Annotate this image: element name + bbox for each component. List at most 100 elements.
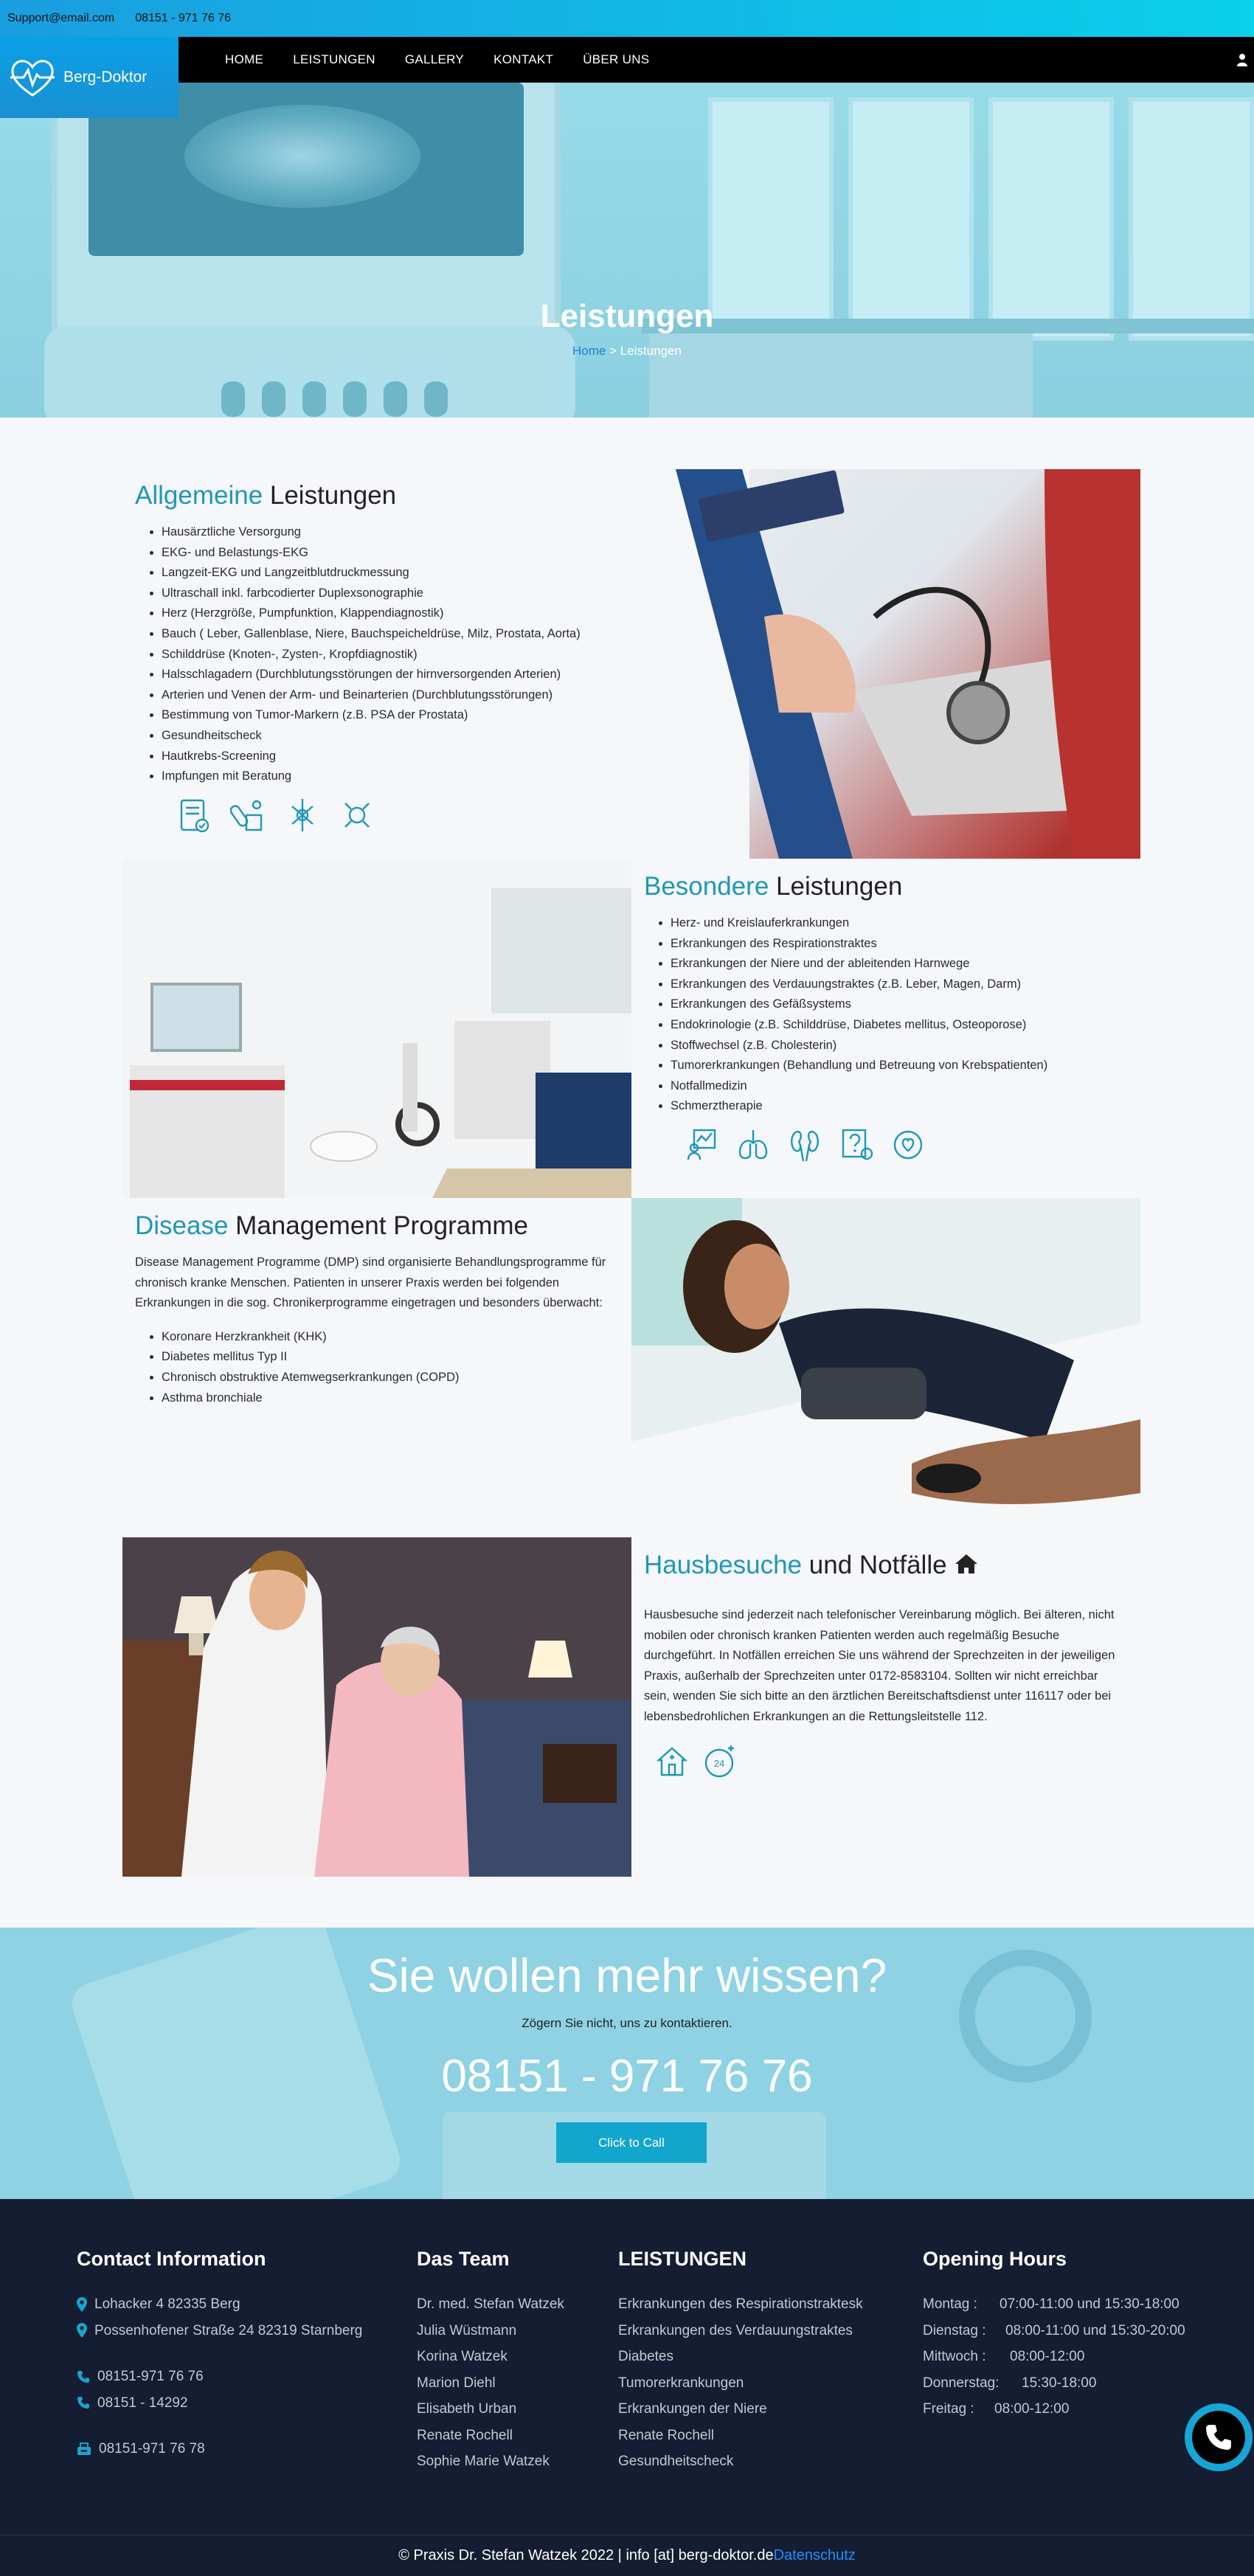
footer-phone[interactable]: 08151 - 14292 xyxy=(77,2390,362,2417)
list-item: Bauch ( Leber, Gallenblase, Niere, Bauch… xyxy=(162,624,622,645)
cta-phone[interactable]: 08151 - 971 76 76 xyxy=(0,2050,1254,2102)
home-icon xyxy=(955,1554,978,1573)
list-item: Chronisch obstruktive Atemwegserkrankung… xyxy=(162,1368,607,1388)
footer-service-link[interactable]: Erkrankungen der Niere xyxy=(618,2396,863,2423)
footer-service-link[interactable]: Erkrankungen des Verdauungstraktes xyxy=(618,2318,863,2344)
hausbesuche-text: Hausbesuche sind jederzeit nach telefoni… xyxy=(644,1608,1115,1723)
disease-intro: Disease Management Programme (DMP) sind … xyxy=(135,1256,606,1310)
disease-heading: Disease Management Programme xyxy=(135,1211,607,1241)
topbar-email[interactable]: Support@email.com xyxy=(7,12,114,25)
phone-text: 08151 - 14292 xyxy=(97,2395,188,2411)
hours-day: Dienstag : xyxy=(923,2322,986,2338)
hours-day: Mittwoch : xyxy=(923,2349,986,2364)
nav-gallery[interactable]: GALLERY xyxy=(405,52,464,67)
footer-contact: Contact Information Lohacker 4 82335 Ber… xyxy=(77,2248,362,2462)
footer-service-link[interactable]: Renate Rochell xyxy=(618,2423,863,2449)
site-footer: Contact Information Lohacker 4 82335 Ber… xyxy=(0,2199,1254,2535)
house-visit-icon xyxy=(656,1746,688,1776)
user-icon[interactable] xyxy=(1236,53,1248,66)
click-to-call-button[interactable]: Click to Call xyxy=(556,2122,707,2163)
list-item: Gesundheitscheck xyxy=(162,726,622,747)
phone-icon xyxy=(77,2370,89,2383)
map-marker-icon xyxy=(77,2296,87,2312)
phone-icon xyxy=(1206,2425,1231,2450)
nav-ueber-uns[interactable]: ÜBER UNS xyxy=(583,52,649,67)
footer-spacer xyxy=(77,2344,362,2364)
blood-pressure-photo xyxy=(631,469,1140,859)
footer-phone[interactable]: 08151-971 76 76 xyxy=(77,2364,362,2390)
team-member[interactable]: Julia Wüstmann xyxy=(417,2318,564,2344)
checklist-icon xyxy=(180,799,209,832)
besondere-icons xyxy=(684,1126,1146,1164)
footer-service-link[interactable]: Tumorerkrankungen xyxy=(618,2370,863,2397)
team-member[interactable]: Elisabeth Urban xyxy=(417,2396,564,2423)
list-item: Hautkrebs-Screening xyxy=(162,747,622,767)
hours-time: 08:00-12:00 xyxy=(1010,2349,1085,2364)
heart-pulse-icon xyxy=(10,60,55,97)
footer-service-link[interactable]: Diabetes xyxy=(618,2344,863,2370)
heading-accent: Allgemeine xyxy=(135,481,263,510)
disease-management-section: Disease Management Programme Disease Man… xyxy=(135,1211,607,1408)
svg-text:24: 24 xyxy=(714,1758,724,1769)
allgemeine-leistungen-section: Allgemeine Leistungen Hausärztliche Vers… xyxy=(135,481,622,834)
hausbesuche-section: Hausbesuche und Notfälle Hausbesuche sin… xyxy=(644,1551,1123,1781)
hours-row: Dienstag : 08:00-11:00 und 15:30-20:00 xyxy=(923,2318,1185,2344)
hours-day: Montag : xyxy=(923,2296,977,2312)
topbar-phone[interactable]: 08151 - 971 76 76 xyxy=(135,12,231,25)
top-contact-strip: Support@email.com 08151 - 971 76 76 xyxy=(0,0,1254,37)
page-hero: Leistungen Home > Leistungen xyxy=(0,83,1254,418)
heading-accent: Hausbesuche xyxy=(644,1551,803,1579)
team-member[interactable]: Dr. med. Stefan Watzek xyxy=(417,2291,564,2318)
footer-service-link[interactable]: Erkrankungen des Respirationstraktesk xyxy=(618,2291,863,2318)
breadcrumb: Home > Leistungen xyxy=(0,344,1254,359)
list-item: Asthma bronchiale xyxy=(162,1388,607,1409)
list-item: Erkrankungen der Niere und der ableitend… xyxy=(671,954,1146,974)
virus-icon xyxy=(344,802,370,828)
footer-team: Das Team Dr. med. Stefan Watzek Julia Wü… xyxy=(417,2248,564,2475)
footer-service-link[interactable]: Gesundheitscheck xyxy=(618,2448,863,2475)
map-marker-icon xyxy=(77,2323,87,2338)
cta-subtitle: Zögern Sie nicht, uns zu kontaktieren. xyxy=(522,2016,732,2030)
home-visit-illustration xyxy=(122,1537,631,1877)
privacy-link[interactable]: Datenschutz xyxy=(774,2547,856,2564)
stethoscope-heart-icon xyxy=(893,1130,923,1160)
list-item: EKG- und Belastungs-EKG xyxy=(162,543,622,564)
nav-kontakt[interactable]: KONTAKT xyxy=(493,52,553,67)
cell-icon xyxy=(291,798,314,831)
team-member[interactable]: Korina Watzek xyxy=(417,2344,564,2370)
address-text: Possenhofener Straße 24 82319 Starnberg xyxy=(94,2322,363,2338)
breadcrumb-home[interactable]: Home xyxy=(572,344,606,358)
heading-rest: Management Programme xyxy=(228,1211,529,1240)
list-item: Impfungen mit Beratung xyxy=(162,766,622,787)
list-item: Hausärztliche Versorgung xyxy=(162,522,622,543)
hours-row: Donnerstag: 15:30-18:00 xyxy=(923,2370,1185,2397)
hero-knob xyxy=(262,381,285,417)
team-member[interactable]: Renate Rochell xyxy=(417,2423,564,2449)
clock-24-icon: 24 xyxy=(704,1745,734,1777)
kidneys-icon xyxy=(791,1130,819,1162)
site-logo[interactable]: Berg-Doktor xyxy=(0,37,179,118)
lungs-icon xyxy=(738,1129,768,1160)
hours-row: Montag : 07:00-11:00 und 15:30-18:00 xyxy=(923,2291,1185,2318)
footer-leistungen: LEISTUNGEN Erkrankungen des Respirations… xyxy=(618,2248,863,2475)
hausbesuche-icons: 24 xyxy=(654,1742,1123,1781)
nav-home[interactable]: HOME xyxy=(225,52,263,67)
hausbesuche-heading: Hausbesuche und Notfälle xyxy=(644,1551,1123,1580)
address-text: Lohacker 4 82335 Berg xyxy=(94,2296,240,2312)
hours-row: Mittwoch : 08:00-12:00 xyxy=(923,2344,1185,2370)
heading-rest: Leistungen xyxy=(263,481,397,510)
hero-knob xyxy=(343,381,367,417)
cta-title: Sie wollen mehr wissen? xyxy=(367,1949,887,2002)
list-item: Endokrinologie (z.B. Schilddrüse, Diabet… xyxy=(671,1015,1146,1036)
footer-opening-hours: Opening Hours Montag : 07:00-11:00 und 15… xyxy=(923,2248,1185,2423)
hours-time: 08:00-12:00 xyxy=(994,2401,1070,2417)
practice-room-photo xyxy=(122,859,631,1198)
team-member[interactable]: Marion Diehl xyxy=(417,2370,564,2397)
footer-hours-heading: Opening Hours xyxy=(923,2248,1067,2270)
nav-leistungen[interactable]: LEISTUNGEN xyxy=(293,52,375,67)
list-item: Herz (Herzgröße, Pumpfunktion, Klappendi… xyxy=(162,603,622,624)
breadcrumb-separator: > xyxy=(606,344,620,358)
floating-call-button[interactable] xyxy=(1185,2403,1253,2471)
team-member[interactable]: Sophie Marie Watzek xyxy=(417,2448,564,2475)
allgemeine-icons xyxy=(176,796,622,834)
